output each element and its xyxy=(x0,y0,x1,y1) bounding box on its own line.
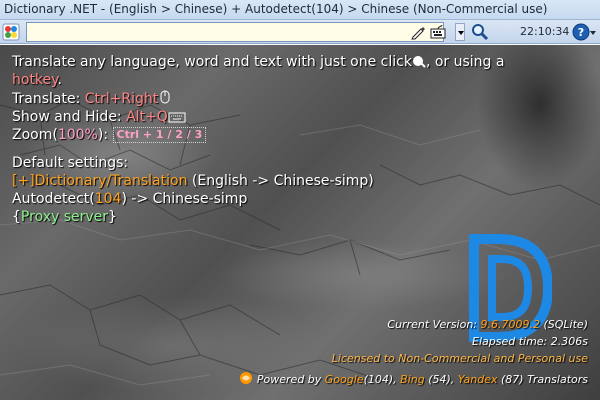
autodetect-settings: Autodetect(104) -> Chinese-simp xyxy=(12,190,592,208)
help-chevron-down-icon[interactable] xyxy=(590,31,596,35)
mouse-icon xyxy=(160,90,170,104)
title-bar: Dictionary .NET - (English > Chinese) + … xyxy=(0,0,600,20)
default-settings-heading: Default settings: xyxy=(12,155,129,171)
magnifier-icon[interactable] xyxy=(471,23,489,41)
powered-by: Powered by Google(104), Bing (54), Yande… xyxy=(239,371,588,386)
version-db: (SQLite) xyxy=(540,318,588,331)
proxy-close: } xyxy=(108,209,117,225)
autodetect-count[interactable]: 104 xyxy=(95,191,122,207)
show-hide-shortcut: Show and Hide: Alt+Q xyxy=(12,108,592,126)
pen-icon[interactable] xyxy=(410,24,426,40)
intro-content: Translate any language, word and text wi… xyxy=(12,53,592,226)
elapsed-label: Elapsed time: xyxy=(472,335,551,348)
elapsed-time: Elapsed time: 2.306s xyxy=(472,335,588,348)
autodetect-prefix: Autodetect( xyxy=(12,191,95,207)
main-panel: Translate any language, word and text wi… xyxy=(0,45,600,400)
powered-prefix: Powered by xyxy=(256,373,325,386)
show-hide-keys[interactable]: Alt+Q xyxy=(126,109,168,125)
intro-text: Translate any language, word and text wi… xyxy=(12,54,412,70)
hotkey-link[interactable]: hotkey xyxy=(12,72,57,88)
chevron-down-icon[interactable] xyxy=(455,23,465,41)
toolbar: 22:10:34 ? xyxy=(0,20,600,44)
proxy-server-link[interactable]: Proxy server xyxy=(21,209,108,225)
mouse-click-icon xyxy=(412,56,426,68)
google-count: (104), xyxy=(363,373,401,386)
version-label: Current Version: xyxy=(387,318,481,331)
autodetect-suffix: ) -> Chinese-simp xyxy=(121,191,248,207)
translate-shortcut: Translate: Ctrl+Right xyxy=(12,89,592,108)
proxy-open: { xyxy=(12,209,21,225)
help-icon[interactable]: ? xyxy=(572,23,590,41)
zoom-keys[interactable]: Ctrl + 1 / 2 / 3 xyxy=(112,127,207,143)
keyboard-icon xyxy=(168,112,186,123)
bing-link[interactable]: Bing xyxy=(400,373,425,386)
dictionary-langs: (English -> Chinese-simp) xyxy=(187,173,374,189)
translate-label: Translate: xyxy=(12,91,85,107)
zoom-label: Zoom( xyxy=(12,127,58,143)
current-version: Current Version: 9.6.7009.2 (SQLite) xyxy=(387,318,588,331)
app-icon[interactable] xyxy=(2,23,20,41)
google-link[interactable]: Google xyxy=(325,373,364,386)
elapsed-value: 2.306s xyxy=(550,335,588,348)
proxy-settings: {Proxy server} xyxy=(12,208,592,226)
search-input[interactable] xyxy=(26,22,444,42)
yandex-count: (87) Translators xyxy=(497,373,588,386)
zoom-shortcut: Zoom(100%): Ctrl + 1 / 2 / 3 xyxy=(12,126,592,144)
zoom-after: ): xyxy=(97,127,113,143)
yandex-link[interactable]: Yandex xyxy=(458,373,498,386)
clock: 22:10:34 xyxy=(520,25,570,38)
window-title: Dictionary .NET - (English > Chinese) + … xyxy=(4,2,548,16)
hotkey-period: . xyxy=(57,72,62,88)
version-value[interactable]: 9.6.7009.2 xyxy=(481,318,540,331)
dictionary-translation-link[interactable]: [+]Dictionary/Translation xyxy=(12,173,187,189)
keyboard-icon[interactable] xyxy=(430,24,446,40)
globe-icon xyxy=(239,372,252,384)
license-text: Licensed to Non-Commercial and Personal … xyxy=(331,352,588,365)
intro-line: Translate any language, word and text wi… xyxy=(12,53,592,71)
bing-count: (54), xyxy=(424,373,458,386)
zoom-value: 100% xyxy=(57,127,98,143)
show-hide-label: Show and Hide: xyxy=(12,109,127,125)
svg-text:?: ? xyxy=(578,26,584,39)
intro-line-2: hotkey. xyxy=(12,71,592,89)
intro-text-after: , or using a xyxy=(425,54,505,70)
translate-keys[interactable]: Ctrl+Right xyxy=(85,91,159,107)
dictionary-settings: [+]Dictionary/Translation (English -> Ch… xyxy=(12,172,592,190)
